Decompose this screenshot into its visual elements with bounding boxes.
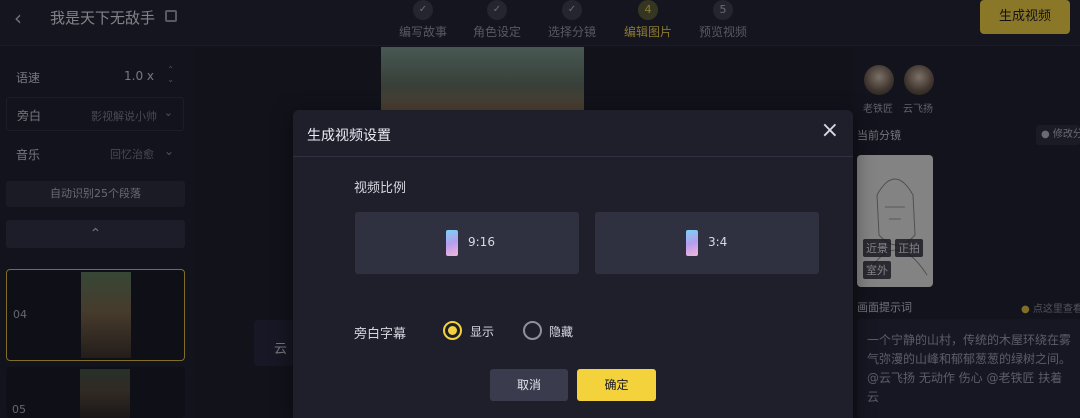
dialog-title: 生成视频设置 bbox=[307, 128, 391, 144]
ratio-text: 3:4 bbox=[708, 235, 728, 249]
subtitle-hide-radio[interactable] bbox=[523, 321, 542, 340]
ratio-option-3-4[interactable]: 3:4 bbox=[595, 212, 819, 274]
phone-portrait-icon bbox=[686, 230, 698, 256]
confirm-button[interactable]: 确定 bbox=[577, 369, 656, 401]
generate-video-settings-dialog: 生成视频设置 × 视频比例 9:16 3:4 旁白字幕 显示 隐藏 取消 确定 bbox=[293, 110, 853, 418]
subtitle-show-label[interactable]: 显示 bbox=[470, 323, 494, 340]
close-icon[interactable]: × bbox=[821, 120, 839, 142]
dialog-header: 生成视频设置 × bbox=[293, 110, 853, 157]
subtitle-hide-label[interactable]: 隐藏 bbox=[549, 323, 573, 340]
subtitle-show-radio[interactable] bbox=[443, 321, 462, 340]
phone-portrait-icon bbox=[446, 230, 458, 256]
cancel-button[interactable]: 取消 bbox=[490, 369, 568, 401]
ratio-option-9-16[interactable]: 9:16 bbox=[355, 212, 579, 274]
ratio-text: 9:16 bbox=[468, 235, 495, 249]
subtitle-label: 旁白字幕 bbox=[354, 327, 407, 342]
ratio-label: 视频比例 bbox=[354, 181, 407, 196]
